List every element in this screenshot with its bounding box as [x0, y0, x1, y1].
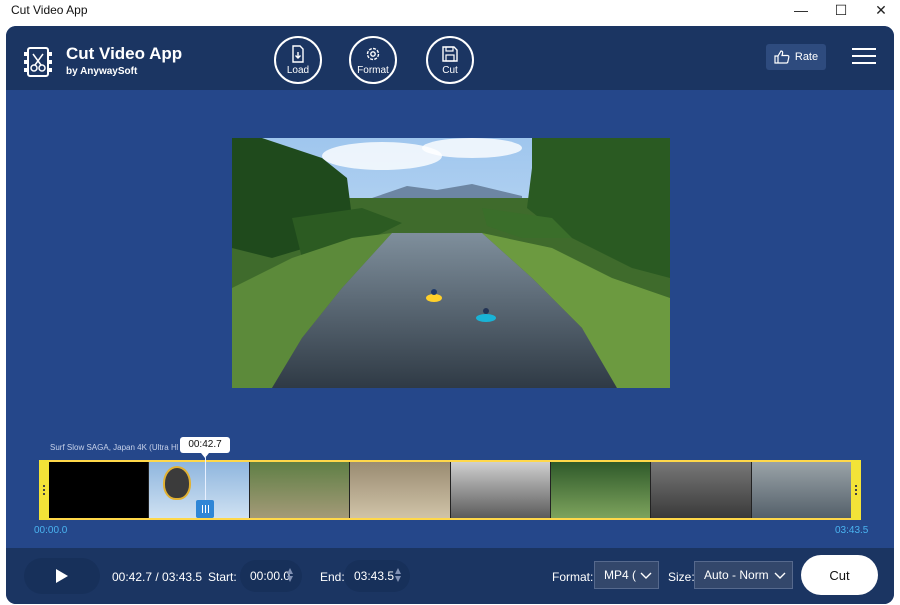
chevron-down-icon — [774, 572, 786, 579]
thumbnail-frame-river — [751, 462, 851, 518]
trim-start-handle[interactable] — [39, 460, 49, 520]
load-label: Load — [286, 64, 310, 76]
end-spinner-icon[interactable] — [395, 568, 402, 584]
start-spinner-icon[interactable] — [287, 568, 294, 584]
play-button[interactable] — [24, 558, 100, 594]
format-label: Format — [357, 64, 389, 76]
timeline-end-time: 03:43.5 — [835, 525, 869, 536]
minimize-button[interactable]: — — [782, 0, 820, 20]
app-window: Cut Video App — ☐ ✕ Cut Video App by Any… — [0, 0, 900, 605]
format-select-label: Format: — [552, 570, 594, 584]
thumbnail-frame-studio — [450, 462, 551, 518]
app-frame: Cut Video App by AnywaySoft Load Format — [6, 26, 894, 604]
current-time: 00:42.7 / 03:43.5 — [112, 570, 203, 584]
thumbnail-frame-machine — [651, 462, 752, 518]
rate-button[interactable]: Rate — [766, 44, 826, 70]
chevron-down-icon — [640, 572, 652, 579]
title-bar: Cut Video App — ☐ ✕ — [0, 0, 900, 22]
cut-header-button[interactable]: Cut — [426, 36, 474, 84]
gear-icon — [366, 47, 380, 60]
save-disk-icon — [442, 45, 458, 62]
load-button[interactable]: Load — [274, 36, 322, 84]
close-button[interactable]: ✕ — [862, 0, 900, 20]
trim-end-handle[interactable] — [851, 460, 861, 520]
start-time-value: 00:00.0 — [250, 569, 291, 583]
app-name: Cut Video App — [66, 44, 183, 63]
timeline-start-time: 00:00.0 — [34, 525, 68, 536]
thumbnail-frame-black — [49, 462, 150, 518]
video-preview — [232, 138, 670, 388]
hamburger-menu-icon[interactable] — [852, 48, 876, 66]
window-title: Cut Video App — [11, 3, 88, 17]
cut-header-label: Cut — [442, 64, 458, 76]
cut-button[interactable]: Cut — [801, 555, 878, 595]
thumbs-up-icon — [774, 50, 790, 64]
format-select-value: MP4 ( — [604, 568, 637, 582]
file-import-icon — [292, 44, 304, 63]
size-select-value: Auto - Norm — [704, 568, 769, 582]
timeline-strip[interactable] — [39, 460, 861, 520]
format-button[interactable]: Format — [349, 36, 397, 84]
format-select[interactable]: MP4 ( — [594, 561, 659, 589]
bottom-toolbar: 00:42.7 / 03:43.5 Start: 00:00.0 End: 03… — [6, 548, 894, 604]
maximize-button[interactable]: ☐ — [822, 0, 860, 20]
start-label: Start: — [208, 570, 237, 584]
playhead-grip[interactable] — [196, 500, 214, 518]
thumbnail-frame-park — [550, 462, 652, 518]
thumbnail-frame-kids — [350, 462, 451, 518]
playhead-tooltip: 00:42.7 — [180, 437, 230, 458]
clip-name: Surf Slow SAGA, Japan 4K (Ultra HD) — [50, 443, 178, 452]
size-select[interactable]: Auto - Norm — [694, 561, 793, 589]
app-subtitle: by AnywaySoft — [66, 66, 138, 77]
playhead-line — [205, 456, 206, 506]
thumbnail-frame-stream — [249, 462, 351, 518]
video-frame-image — [232, 138, 670, 388]
end-time-value: 03:43.5 — [354, 569, 395, 583]
play-icon — [56, 569, 68, 583]
size-select-label: Size: — [668, 570, 695, 584]
end-label: End: — [320, 570, 345, 584]
header-bar: Cut Video App by AnywaySoft Load Format — [6, 26, 894, 90]
film-scissors-icon — [24, 47, 52, 77]
rate-label: Rate — [794, 51, 819, 63]
start-time-field[interactable]: 00:00.0 — [240, 560, 302, 592]
thumbnail-frames — [49, 462, 851, 518]
end-time-field[interactable]: 03:43.5 — [344, 560, 410, 592]
